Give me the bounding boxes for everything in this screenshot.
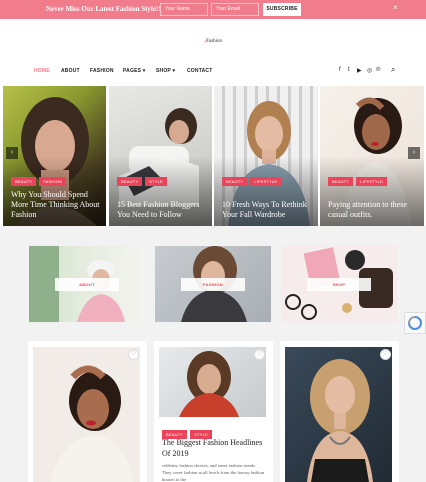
slide-tags: BEAUTY STYLE [117,170,170,188]
slide-title[interactable]: Paying attention to these casual outfits… [328,200,418,220]
promo-bar: Never Miss Our Latest Fashion Style!! Yo… [0,0,426,19]
slide-tags: BEAUTY LIFESTYLE [328,170,390,188]
twitter-icon[interactable]: t [348,67,350,73]
nav-contact[interactable]: CONTACT [187,68,212,74]
subscribe-button[interactable]: SUBSCRIBE [263,3,301,16]
slide-tags: BEAUTY FASHION [11,170,69,188]
post-photo [51,365,133,482]
recaptcha-icon [408,316,422,330]
category-label[interactable]: ABOUT [55,278,119,291]
promo-text: Never Miss Our Latest Fashion Style!! [46,5,161,13]
nav-shop[interactable]: SHOP ▾ [156,68,175,74]
slide-title[interactable]: Why You Should Spend More Time Thinking … [11,190,100,220]
close-icon[interactable]: × [393,3,398,12]
slide[interactable]: BEAUTY LIFESTYLE 10 Fresh Ways To Rethink… [214,86,318,226]
tag[interactable]: FASHION [39,177,67,186]
category-label[interactable]: SHOP [307,278,371,291]
heart-icon[interactable]: ♡ [254,349,265,360]
post-image [159,347,266,417]
email-input[interactable]: Your Email [211,3,259,16]
heart-icon[interactable]: ♡ [380,349,391,360]
logo-text: Fashion [206,39,223,44]
tag[interactable]: LIFESTYLE [356,177,388,186]
post-card[interactable]: ♡ [28,341,147,482]
post-image [33,347,140,482]
facebook-icon[interactable]: f [339,67,341,73]
nav-pages[interactable]: PAGES ▾ [123,68,145,74]
category-card-shop[interactable]: SHOP [281,246,397,322]
tag[interactable]: LIFESTYLE [250,177,282,186]
post-excerpt: celebrity fashion choices, and street fa… [162,463,265,482]
slide-tags: BEAUTY LIFESTYLE [222,170,284,188]
search-icon[interactable]: ⌕ [391,65,395,75]
tag[interactable]: BEAUTY [11,177,37,186]
post-card[interactable]: ♡ BEAUTY STYLE [154,341,273,482]
post-card[interactable]: ♡ [280,341,399,482]
category-label[interactable]: FASHION [181,278,245,291]
category-card-fashion[interactable]: FASHION [155,246,271,322]
slider-prev-icon[interactable]: ‹ [6,147,18,159]
tag[interactable]: STYLE [145,177,167,186]
name-input[interactable]: Your Name [160,3,208,16]
nav-home[interactable]: HOME [34,68,50,74]
pinterest-icon[interactable]: ℗ [376,67,380,73]
slide[interactable]: BEAUTY STYLE 15 Best Fashion Bloggers You… [109,86,212,226]
slide-title[interactable]: 15 Best Fashion Bloggers You Need to Fol… [117,200,206,220]
site-logo[interactable]: 𝒻Fashion [0,38,426,44]
recaptcha-badge[interactable] [404,312,426,334]
tag[interactable]: BEAUTY [117,177,143,186]
slide[interactable]: BEAUTY FASHION Why You Should Spend More … [3,86,106,226]
slide-title[interactable]: 10 Fresh Ways To Rethink Your Fall Wardr… [222,200,312,220]
tag[interactable]: BEAUTY [222,177,248,186]
site-header: 𝒻Fashion HOME ABOUT FASHION PAGES ▾ SHOP… [0,19,426,87]
tag[interactable]: BEAUTY [328,177,354,186]
nav-fashion[interactable]: FASHION [90,68,114,74]
heart-icon[interactable]: ♡ [128,349,139,360]
featured-slider: BEAUTY FASHION Why You Should Spend More … [0,86,426,226]
post-photo [179,351,239,417]
post-title[interactable]: The Biggest Fashion Headlines Of 2019 [162,437,272,459]
category-card-about[interactable]: ABOUT [29,246,145,322]
post-image [285,347,392,482]
slider-next-icon[interactable]: › [408,147,420,159]
instagram-icon[interactable]: ◎ [367,67,372,74]
youtube-icon[interactable]: ▶ [357,67,362,74]
nav-about[interactable]: ABOUT [61,68,80,74]
post-photo [307,359,373,482]
